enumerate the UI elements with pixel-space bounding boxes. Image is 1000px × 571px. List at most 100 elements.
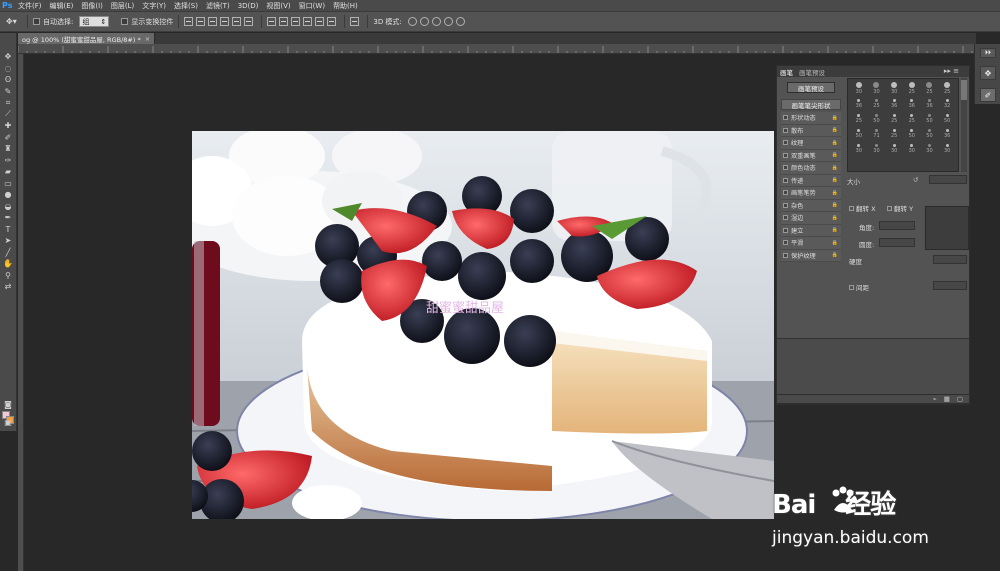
cake-photo[interactable] xyxy=(192,131,774,519)
option-checkbox[interactable] xyxy=(783,190,788,196)
3d-roll-icon[interactable] xyxy=(419,17,429,26)
3d-drag-icon[interactable] xyxy=(431,17,441,26)
distribute-vcenter-icon[interactable] xyxy=(279,17,289,26)
roundness-field[interactable] xyxy=(879,238,915,247)
brush-angle-preview[interactable] xyxy=(925,206,969,250)
brush-tip[interactable]: 25 xyxy=(903,81,921,96)
align-top-icon[interactable] xyxy=(184,17,194,26)
canvas-text-layer[interactable]: 甜蜜蜜甜品屋 xyxy=(426,297,504,316)
menu-edit[interactable]: 编辑(E) xyxy=(50,1,74,11)
brush-tip[interactable]: 36 xyxy=(903,96,921,111)
show-transform-checkbox[interactable] xyxy=(121,18,129,25)
lasso-tool-icon[interactable]: ʘ xyxy=(2,74,15,86)
angle-field[interactable] xyxy=(879,221,915,230)
brush-option-item[interactable]: 纹理 🔒 xyxy=(781,137,841,150)
distribute-right-icon[interactable] xyxy=(327,17,337,26)
lock-icon[interactable]: 🔒 xyxy=(832,190,838,196)
brush-tip[interactable]: 30 xyxy=(850,81,868,96)
menu-window[interactable]: 窗口(W) xyxy=(299,1,325,11)
brush-tip[interactable]: 25 xyxy=(921,81,939,96)
align-left-icon[interactable] xyxy=(220,17,230,26)
brush-option-item[interactable]: 双重画笔 🔒 xyxy=(781,149,841,162)
lock-icon[interactable]: 🔒 xyxy=(832,215,838,221)
brush-tip[interactable]: 30 xyxy=(850,141,868,156)
brush-option-item[interactable]: 散布 🔒 xyxy=(781,124,841,137)
brush-tip[interactable]: 50 xyxy=(903,126,921,141)
brush-presets-button[interactable]: 画笔预设 xyxy=(787,82,835,93)
move-tool-dock-icon[interactable]: ✥ xyxy=(980,66,996,80)
brush-tip[interactable]: 50 xyxy=(938,111,956,126)
brush-tip[interactable]: 50 xyxy=(921,126,939,141)
distribute-bottom-icon[interactable] xyxy=(291,17,301,26)
brush-tip[interactable]: 36 xyxy=(850,96,868,111)
3d-slide-icon[interactable] xyxy=(443,17,453,26)
screen-mode-icon[interactable]: ▣ xyxy=(2,417,15,429)
menu-select[interactable]: 选择(S) xyxy=(174,1,198,11)
move-tool-preset-icon[interactable]: ✥▾ xyxy=(6,16,22,28)
path-select-tool-icon[interactable]: ➤ xyxy=(2,235,15,247)
auto-align-icon[interactable] xyxy=(350,17,360,26)
healing-brush-tool-icon[interactable]: ✚ xyxy=(2,120,15,132)
distribute-left-icon[interactable] xyxy=(303,17,313,26)
option-checkbox[interactable] xyxy=(783,202,788,208)
option-checkbox[interactable] xyxy=(783,177,788,183)
brush-tool-icon[interactable]: ✐ xyxy=(2,132,15,144)
auto-select-checkbox[interactable] xyxy=(33,18,40,25)
brush-option-item[interactable]: 形状动态 🔒 xyxy=(781,112,841,125)
align-vcenter-icon[interactable] xyxy=(196,17,206,26)
brush-option-item[interactable]: 保护纹理 🔒 xyxy=(781,249,841,262)
menu-3d[interactable]: 3D(D) xyxy=(238,2,259,10)
eraser-tool-icon[interactable]: ▰ xyxy=(2,166,15,178)
brush-option-item[interactable]: 湿边 🔒 xyxy=(781,212,841,225)
brush-tip[interactable]: 25 xyxy=(885,126,903,141)
option-checkbox[interactable] xyxy=(783,252,788,258)
brush-option-item[interactable]: 颜色动态 🔒 xyxy=(781,162,841,175)
flip-y-option[interactable]: 翻转 Y xyxy=(887,203,913,213)
brush-tip[interactable]: 32 xyxy=(938,96,956,111)
3d-scale-icon[interactable] xyxy=(455,17,465,26)
new-preset-icon[interactable]: ▢ xyxy=(957,395,963,403)
brush-option-item[interactable]: 传递 🔒 xyxy=(781,174,841,187)
grid-icon[interactable]: ▦ xyxy=(944,395,950,403)
eyedropper-tool-icon[interactable]: ⟋ xyxy=(2,109,15,121)
lock-icon[interactable]: 🔒 xyxy=(832,240,838,246)
collapse-panels-icon[interactable]: ⏵⏵ xyxy=(980,48,996,58)
lock-icon[interactable]: 🔒 xyxy=(832,165,838,171)
menu-filter[interactable]: 滤镜(T) xyxy=(206,1,230,11)
gradient-tool-icon[interactable]: ▭ xyxy=(2,178,15,190)
dodge-tool-icon[interactable]: ◒ xyxy=(2,201,15,213)
brush-tip[interactable]: 30 xyxy=(938,141,956,156)
option-checkbox[interactable] xyxy=(783,215,788,221)
panel-menu-icon[interactable]: ▸▸ ≡ xyxy=(944,67,959,75)
brush-option-item[interactable]: 平滑 🔒 xyxy=(781,237,841,250)
flip-y-checkbox[interactable] xyxy=(887,206,892,211)
brush-tip[interactable]: 36 xyxy=(938,126,956,141)
lock-icon[interactable]: 🔒 xyxy=(832,127,838,133)
show-transform-option[interactable]: 显示变换控件 xyxy=(121,17,173,27)
zoom-tool-icon[interactable]: ⚲ xyxy=(2,270,15,282)
option-checkbox[interactable] xyxy=(783,127,788,133)
line-tool-icon[interactable]: ╱ xyxy=(2,247,15,259)
close-tab-icon[interactable]: × xyxy=(145,35,150,43)
marquee-tool-icon[interactable]: ◌ xyxy=(2,63,15,75)
align-hcenter-icon[interactable] xyxy=(232,17,242,26)
history-brush-tool-icon[interactable]: ✑ xyxy=(2,155,15,167)
brush-option-item[interactable]: 杂色 🔒 xyxy=(781,199,841,212)
type-tool-icon[interactable]: T xyxy=(2,224,15,236)
brush-tip[interactable]: 71 xyxy=(868,126,886,141)
lock-icon[interactable]: 🔒 xyxy=(832,177,838,183)
brush-tip[interactable]: 30 xyxy=(868,81,886,96)
brush-tip-scrollbar[interactable] xyxy=(961,78,967,172)
flip-x-option[interactable]: 翻转 X xyxy=(849,203,876,213)
lock-icon[interactable]: 🔒 xyxy=(832,227,838,233)
menu-view[interactable]: 视图(V) xyxy=(266,1,290,11)
auto-select-dropdown[interactable]: 组 ⇕ xyxy=(79,16,110,27)
quick-mask-icon[interactable]: ◙ xyxy=(2,399,15,411)
tab-brush[interactable]: 画笔 xyxy=(780,67,793,77)
document-tab[interactable]: og @ 100% (甜蜜蜜甜品屋, RGB/8#) * × xyxy=(18,33,156,44)
brush-tip-shape-item[interactable]: 画笔笔尖形状 xyxy=(781,99,841,110)
option-checkbox[interactable] xyxy=(783,115,788,121)
pen-tool-icon[interactable]: ✒ xyxy=(2,212,15,224)
brush-tip[interactable]: 25 xyxy=(850,111,868,126)
lock-icon[interactable]: 🔒 xyxy=(832,202,838,208)
